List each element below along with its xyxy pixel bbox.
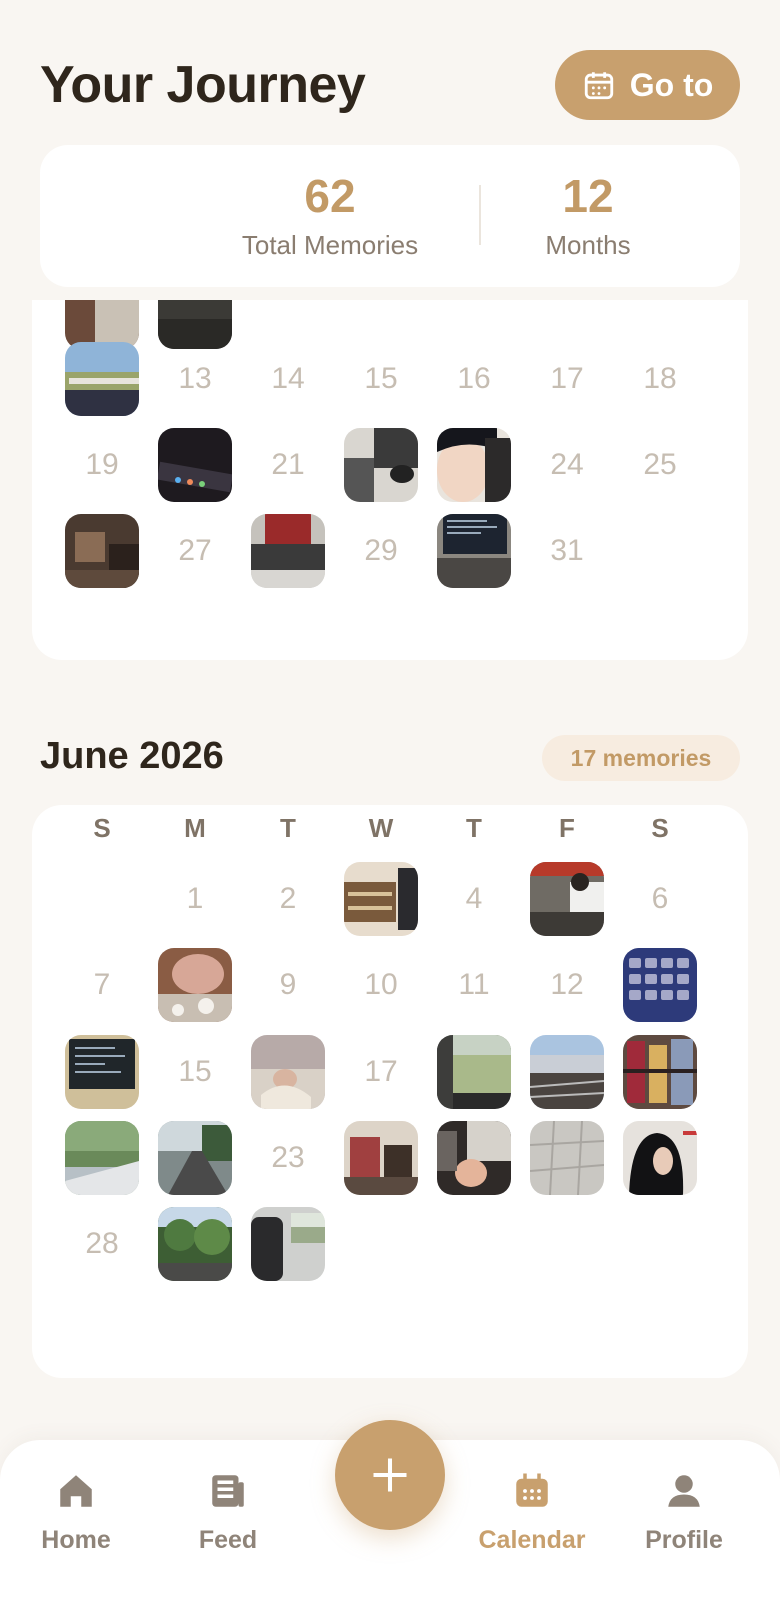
- nav-profile-label: Profile: [645, 1526, 723, 1554]
- day-number: 21: [271, 448, 305, 481]
- nav-feed[interactable]: Feed: [158, 1470, 298, 1555]
- add-memory-button[interactable]: [335, 1420, 445, 1530]
- photo-day-22[interactable]: [158, 1121, 232, 1195]
- day-number: 31: [550, 534, 584, 567]
- day-number: 29: [364, 534, 398, 567]
- memories-count-badge: 17 memories: [542, 735, 740, 781]
- day-number: 18: [643, 362, 677, 395]
- months-value: 12: [562, 170, 614, 222]
- weekday-label: M: [184, 813, 206, 843]
- day-number: 14: [271, 362, 305, 395]
- nav-feed-label: Feed: [198, 1526, 258, 1554]
- day-number: 2: [279, 882, 297, 915]
- day-number: 24: [550, 448, 584, 481]
- profile-icon: [668, 1475, 700, 1507]
- nav-home[interactable]: Home: [6, 1470, 146, 1555]
- total-memories-stat: 62 Total Memories: [190, 171, 470, 261]
- home-icon: [60, 1475, 92, 1507]
- nav-calendar[interactable]: Calendar: [462, 1470, 602, 1555]
- feed-icon: [212, 1475, 244, 1507]
- day-number: 25: [643, 448, 677, 481]
- photo-day-26[interactable]: [530, 1121, 604, 1195]
- day-number: 6: [651, 882, 669, 915]
- photo-day-13[interactable]: [623, 948, 697, 1022]
- photo-day-22[interactable]: [344, 428, 418, 502]
- day-number: 23: [271, 1141, 305, 1174]
- weekday-label: F: [559, 813, 575, 843]
- photo-day-29[interactable]: [158, 1207, 232, 1281]
- stats-card: 62 Total Memories 12 Months: [40, 145, 740, 287]
- june-calendar-card: S M T W T F S 1 2 4 6 7 9 10 11 12 15 17: [32, 805, 748, 1378]
- photo-day-19[interactable]: [530, 1035, 604, 1109]
- day-number: 28: [85, 1227, 119, 1260]
- total-memories-label: Total Memories: [241, 229, 419, 260]
- weekday-label: T: [280, 813, 296, 843]
- day-number: 1: [186, 882, 204, 915]
- plus-icon: [373, 1458, 407, 1492]
- day-number: 15: [364, 362, 398, 395]
- calendar-icon: [584, 72, 613, 100]
- go-to-label: Go to: [629, 66, 714, 103]
- day-number: 16: [457, 362, 491, 395]
- weekday-label: W: [368, 813, 394, 843]
- day-number: 17: [364, 1055, 398, 1088]
- photo-day-30[interactable]: [251, 1207, 325, 1281]
- page-title: Your Journey: [40, 56, 366, 114]
- total-memories-value: 62: [304, 170, 356, 222]
- header: Your Journey Go to 62 Total Memories 12 …: [0, 0, 780, 300]
- day-number: 13: [178, 362, 212, 395]
- day-number: 15: [178, 1055, 212, 1088]
- weekday-label: S: [93, 813, 111, 843]
- day-number: 10: [364, 968, 398, 1001]
- photo-day-30[interactable]: [437, 514, 511, 588]
- months-label: Months: [545, 229, 631, 260]
- day-number: 19: [85, 448, 119, 481]
- photo-day-25[interactable]: [437, 1121, 511, 1195]
- photo-day-27[interactable]: [623, 1121, 697, 1195]
- month-title: June 2026: [40, 735, 224, 777]
- day-number: 27: [178, 534, 212, 567]
- day-number: 17: [550, 362, 584, 395]
- day-number: 11: [458, 968, 490, 1001]
- day-number: 12: [550, 968, 584, 1001]
- weekday-label: T: [466, 813, 482, 843]
- photo-day-24[interactable]: [344, 1121, 418, 1195]
- photo-day-16[interactable]: [251, 1035, 325, 1109]
- photo-day-5[interactable]: [530, 862, 604, 936]
- calendar-icon: [516, 1473, 548, 1507]
- nav-calendar-label: Calendar: [478, 1526, 586, 1554]
- weekday-label: S: [651, 813, 669, 843]
- photo-day-18[interactable]: [437, 1035, 511, 1109]
- months-stat: 12 Months: [488, 171, 688, 261]
- stats-divider: [479, 185, 481, 245]
- photo-day-3[interactable]: [344, 862, 418, 936]
- photo-day-28[interactable]: [251, 514, 325, 588]
- photo-day-8[interactable]: [158, 948, 232, 1022]
- photo-day-23[interactable]: [437, 428, 511, 502]
- day-number: 4: [465, 882, 483, 915]
- photo-day-26[interactable]: [65, 514, 139, 588]
- day-number: 7: [93, 968, 111, 1001]
- photo-day-20[interactable]: [623, 1035, 697, 1109]
- photo-day-14[interactable]: [65, 1035, 139, 1109]
- go-to-button[interactable]: Go to: [555, 50, 740, 120]
- photo-day-20[interactable]: [158, 428, 232, 502]
- photo-day-12[interactable]: [65, 342, 139, 416]
- nav-profile[interactable]: Profile: [614, 1470, 754, 1555]
- photo-day-21[interactable]: [65, 1121, 139, 1195]
- nav-home-label: Home: [41, 1526, 111, 1554]
- day-number: 9: [279, 968, 297, 1001]
